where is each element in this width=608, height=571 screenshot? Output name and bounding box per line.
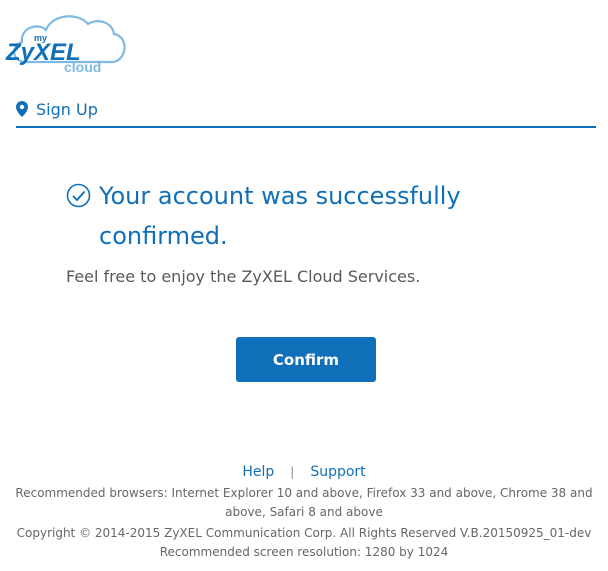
copyright-text: Copyright © 2014-2015 ZyXEL Communicatio…	[16, 526, 592, 540]
recommended-browsers-text: Recommended browsers: Internet Explorer …	[15, 486, 593, 519]
footer-separator: |	[290, 465, 295, 479]
check-circle-icon	[66, 183, 91, 208]
support-link[interactable]: Support	[310, 464, 365, 480]
signup-confirmation-page: my ZyXEL cloud Sign Up Your account was …	[0, 0, 608, 571]
map-pin-icon	[16, 101, 28, 117]
page-title: Sign Up	[36, 100, 98, 119]
screen-resolution-text: Recommended screen resolution: 1280 by 1…	[159, 545, 449, 559]
myzyxel-cloud-logo: my ZyXEL cloud	[5, 15, 126, 75]
signup-header: Sign Up	[16, 96, 596, 128]
confirmation-headline: Your account was successfully confirmed.	[99, 182, 461, 250]
logo-cloud-text: cloud	[64, 59, 101, 75]
help-link[interactable]: Help	[242, 464, 274, 480]
confirmation-subtext: Feel free to enjoy the ZyXEL Cloud Servi…	[66, 267, 421, 286]
confirm-button[interactable]: Confirm	[236, 337, 376, 382]
footer-links: Help | Support	[0, 462, 608, 482]
